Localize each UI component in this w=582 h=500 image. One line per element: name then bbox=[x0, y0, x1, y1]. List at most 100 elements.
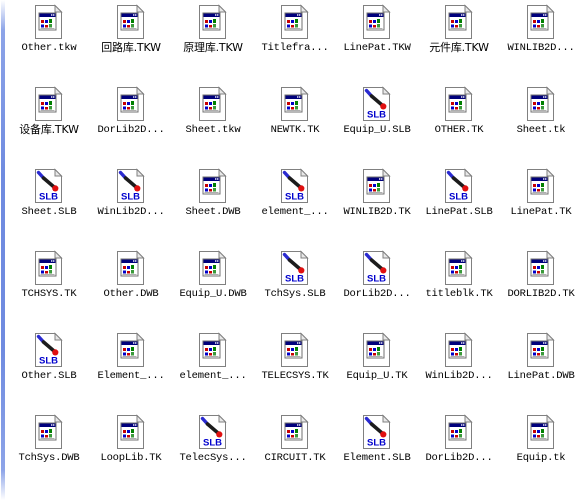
file-name-label: element_... bbox=[179, 370, 247, 382]
slb-pen-document-icon[interactable]: SLB bbox=[33, 332, 65, 368]
file-item[interactable]: DorLib2D... bbox=[90, 82, 172, 164]
file-item[interactable]: Other.DWB bbox=[90, 246, 172, 328]
tkw-document-icon[interactable] bbox=[443, 250, 475, 286]
tkw-document-icon[interactable] bbox=[197, 4, 229, 40]
tkw-document-icon[interactable] bbox=[525, 4, 557, 40]
file-item[interactable]: Titlefra... bbox=[254, 0, 336, 82]
slb-pen-document-icon[interactable]: SLB bbox=[279, 250, 311, 286]
file-item[interactable]: element_... bbox=[172, 328, 254, 410]
tkw-document-icon bbox=[117, 414, 145, 449]
file-item[interactable]: LoopLib.TK bbox=[90, 410, 172, 492]
tkw-document-icon[interactable] bbox=[361, 168, 393, 204]
file-item[interactable]: Element_... bbox=[90, 328, 172, 410]
file-item[interactable]: 设备库.TKW bbox=[8, 82, 90, 164]
file-item[interactable]: LinePat.DWB bbox=[500, 328, 582, 410]
file-item[interactable]: SLB Equip_U.SLB bbox=[336, 82, 418, 164]
file-item[interactable]: 回路库.TKW bbox=[90, 0, 172, 82]
tkw-document-icon bbox=[363, 168, 391, 203]
file-item[interactable]: Equip.tk bbox=[500, 410, 582, 492]
file-item[interactable]: WinLib2D... bbox=[418, 328, 500, 410]
tkw-document-icon[interactable] bbox=[115, 332, 147, 368]
svg-text:SLB: SLB bbox=[367, 110, 386, 121]
file-item[interactable]: DORLIB2D.TK bbox=[500, 246, 582, 328]
file-icon-grid[interactable]: Other.tkw 回路库.TKW 原理库.TKW Titlefra... Li… bbox=[8, 0, 582, 492]
file-item[interactable]: OTHER.TK bbox=[418, 82, 500, 164]
tkw-document-icon[interactable] bbox=[33, 250, 65, 286]
file-item[interactable]: NEWTK.TK bbox=[254, 82, 336, 164]
tkw-document-icon[interactable] bbox=[361, 4, 393, 40]
tkw-document-icon[interactable] bbox=[525, 250, 557, 286]
tkw-document-icon[interactable] bbox=[115, 4, 147, 40]
tkw-document-icon[interactable] bbox=[525, 332, 557, 368]
file-item[interactable]: SLB element_... bbox=[254, 164, 336, 246]
file-item[interactable]: SLB TelecSys... bbox=[172, 410, 254, 492]
tkw-document-icon[interactable] bbox=[525, 168, 557, 204]
file-item[interactable]: 元件库.TKW bbox=[418, 0, 500, 82]
tkw-document-icon bbox=[527, 332, 555, 367]
file-item[interactable]: Sheet.DWB bbox=[172, 164, 254, 246]
slb-pen-document-icon[interactable]: SLB bbox=[279, 168, 311, 204]
file-item[interactable]: Other.tkw bbox=[8, 0, 90, 82]
file-name-label: DorLib2D... bbox=[425, 452, 493, 464]
tkw-document-icon[interactable] bbox=[525, 414, 557, 450]
file-name-label: WinLib2D... bbox=[425, 370, 493, 382]
tkw-document-icon[interactable] bbox=[443, 332, 475, 368]
file-item[interactable]: Sheet.tk bbox=[500, 82, 582, 164]
tkw-document-icon bbox=[281, 86, 309, 121]
slb-pen-document-icon[interactable]: SLB bbox=[361, 250, 393, 286]
slb-pen-document-icon[interactable]: SLB bbox=[197, 414, 229, 450]
file-item[interactable]: Equip_U.DWB bbox=[172, 246, 254, 328]
slb-pen-document-icon[interactable]: SLB bbox=[443, 168, 475, 204]
tkw-document-icon[interactable] bbox=[33, 4, 65, 40]
tkw-document-icon[interactable] bbox=[197, 332, 229, 368]
file-item[interactable]: WINLIB2D.TK bbox=[336, 164, 418, 246]
slb-pen-document-icon[interactable]: SLB bbox=[115, 168, 147, 204]
file-item[interactable]: SLB Sheet.SLB bbox=[8, 164, 90, 246]
tkw-document-icon[interactable] bbox=[197, 250, 229, 286]
tkw-document-icon[interactable] bbox=[525, 86, 557, 122]
tkw-document-icon[interactable] bbox=[443, 4, 475, 40]
file-item[interactable]: SLB Element.SLB bbox=[336, 410, 418, 492]
file-item[interactable]: SLB DorLib2D... bbox=[336, 246, 418, 328]
file-item[interactable]: Sheet.tkw bbox=[172, 82, 254, 164]
slb-pen-document-icon[interactable]: SLB bbox=[33, 168, 65, 204]
file-item[interactable]: 原理库.TKW bbox=[172, 0, 254, 82]
slb-pen-document-icon: SLB bbox=[35, 332, 63, 367]
tkw-document-icon[interactable] bbox=[279, 4, 311, 40]
tkw-document-icon[interactable] bbox=[279, 332, 311, 368]
file-item[interactable]: WINLIB2D... bbox=[500, 0, 582, 82]
tkw-document-icon[interactable] bbox=[33, 86, 65, 122]
tkw-document-icon[interactable] bbox=[443, 86, 475, 122]
tkw-document-icon bbox=[527, 168, 555, 203]
file-item[interactable]: SLB WinLib2D... bbox=[90, 164, 172, 246]
file-item[interactable]: Equip_U.TK bbox=[336, 328, 418, 410]
file-item[interactable]: TCHSYS.TK bbox=[8, 246, 90, 328]
file-item[interactable]: TELECSYS.TK bbox=[254, 328, 336, 410]
tkw-document-icon[interactable] bbox=[443, 414, 475, 450]
tkw-document-icon[interactable] bbox=[115, 86, 147, 122]
file-name-label: LoopLib.TK bbox=[100, 452, 162, 464]
file-item[interactable]: LinePat.TKW bbox=[336, 0, 418, 82]
tkw-document-icon bbox=[117, 4, 145, 39]
tkw-document-icon[interactable] bbox=[115, 414, 147, 450]
file-item[interactable]: SLB Other.SLB bbox=[8, 328, 90, 410]
tkw-document-icon[interactable] bbox=[279, 414, 311, 450]
file-item[interactable]: DorLib2D... bbox=[418, 410, 500, 492]
tkw-document-icon[interactable] bbox=[197, 86, 229, 122]
file-item[interactable]: titleblk.TK bbox=[418, 246, 500, 328]
slb-pen-document-icon[interactable]: SLB bbox=[361, 86, 393, 122]
tkw-document-icon[interactable] bbox=[279, 86, 311, 122]
file-item[interactable]: SLB TchSys.SLB bbox=[254, 246, 336, 328]
tkw-document-icon bbox=[445, 332, 473, 367]
tkw-document-icon[interactable] bbox=[361, 332, 393, 368]
file-item[interactable]: LinePat.TK bbox=[500, 164, 582, 246]
tkw-document-icon[interactable] bbox=[197, 168, 229, 204]
slb-pen-document-icon[interactable]: SLB bbox=[361, 414, 393, 450]
tkw-document-icon[interactable] bbox=[115, 250, 147, 286]
tkw-document-icon bbox=[35, 86, 63, 121]
file-name-label: WINLIB2D.TK bbox=[343, 206, 411, 218]
file-item[interactable]: SLB LinePat.SLB bbox=[418, 164, 500, 246]
file-item[interactable]: TchSys.DWB bbox=[8, 410, 90, 492]
file-item[interactable]: CIRCUIT.TK bbox=[254, 410, 336, 492]
tkw-document-icon[interactable] bbox=[33, 414, 65, 450]
